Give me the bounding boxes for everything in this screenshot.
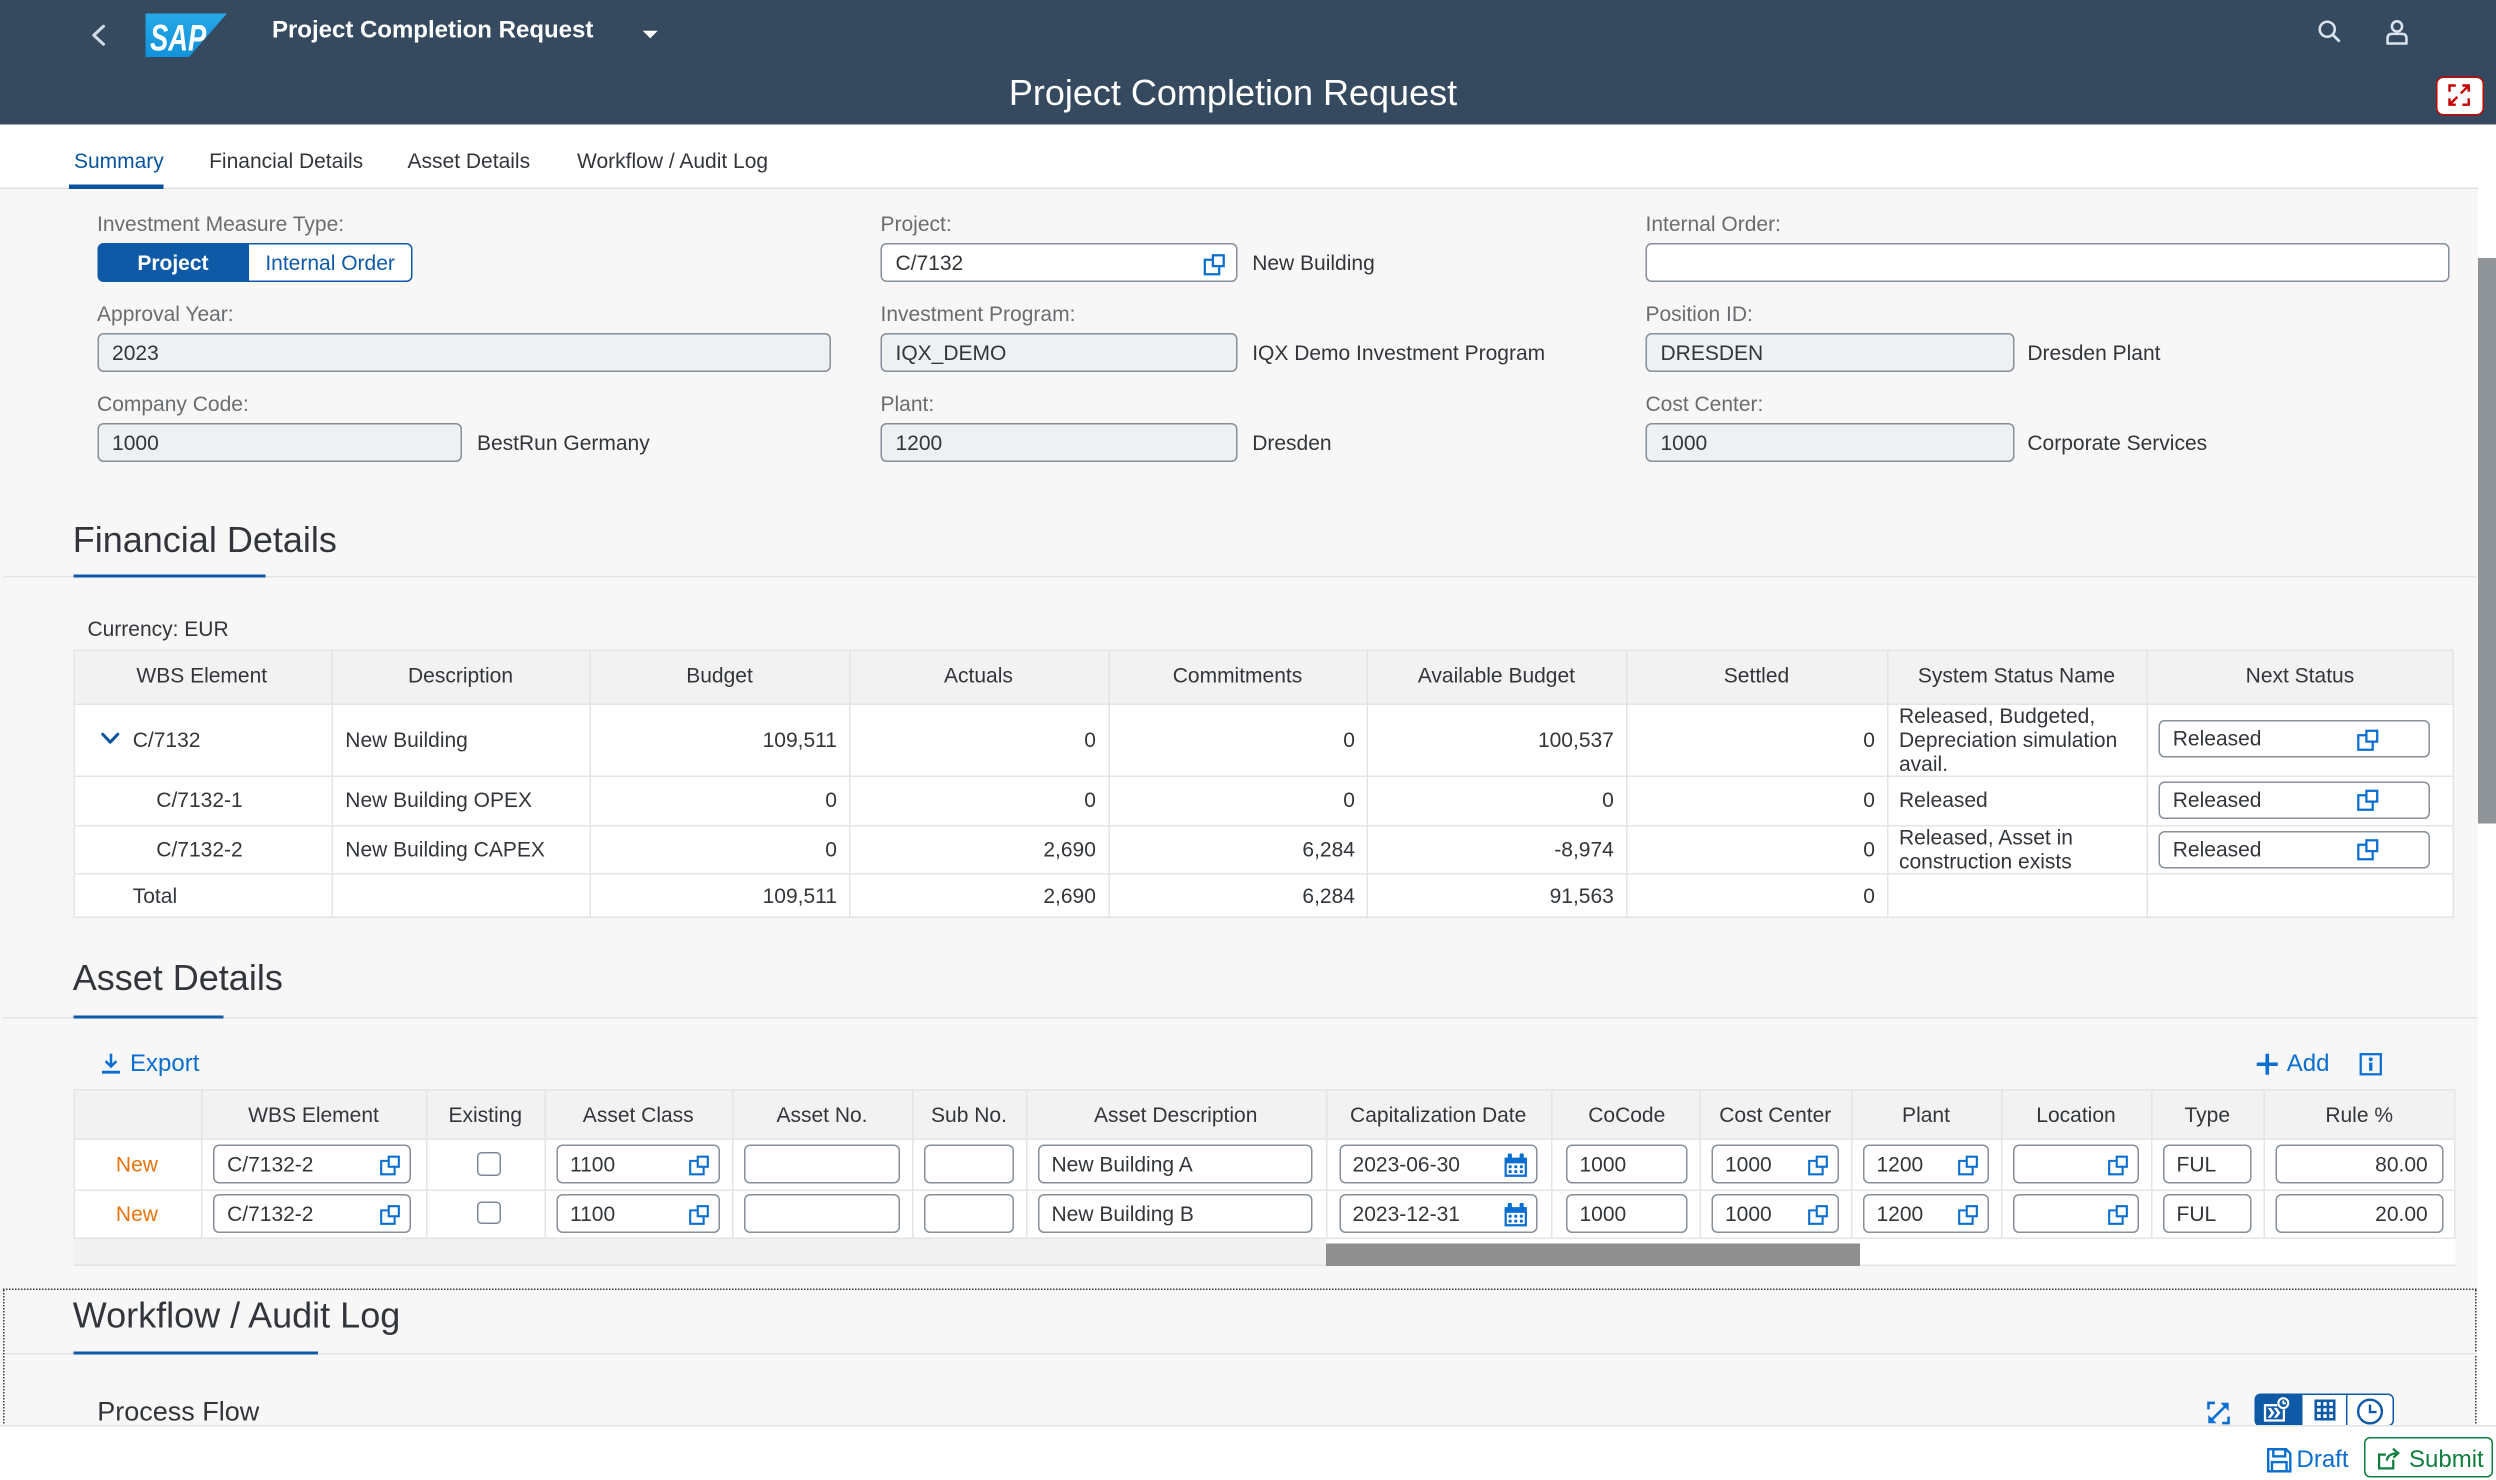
svg-text:SAP: SAP [150, 17, 207, 58]
